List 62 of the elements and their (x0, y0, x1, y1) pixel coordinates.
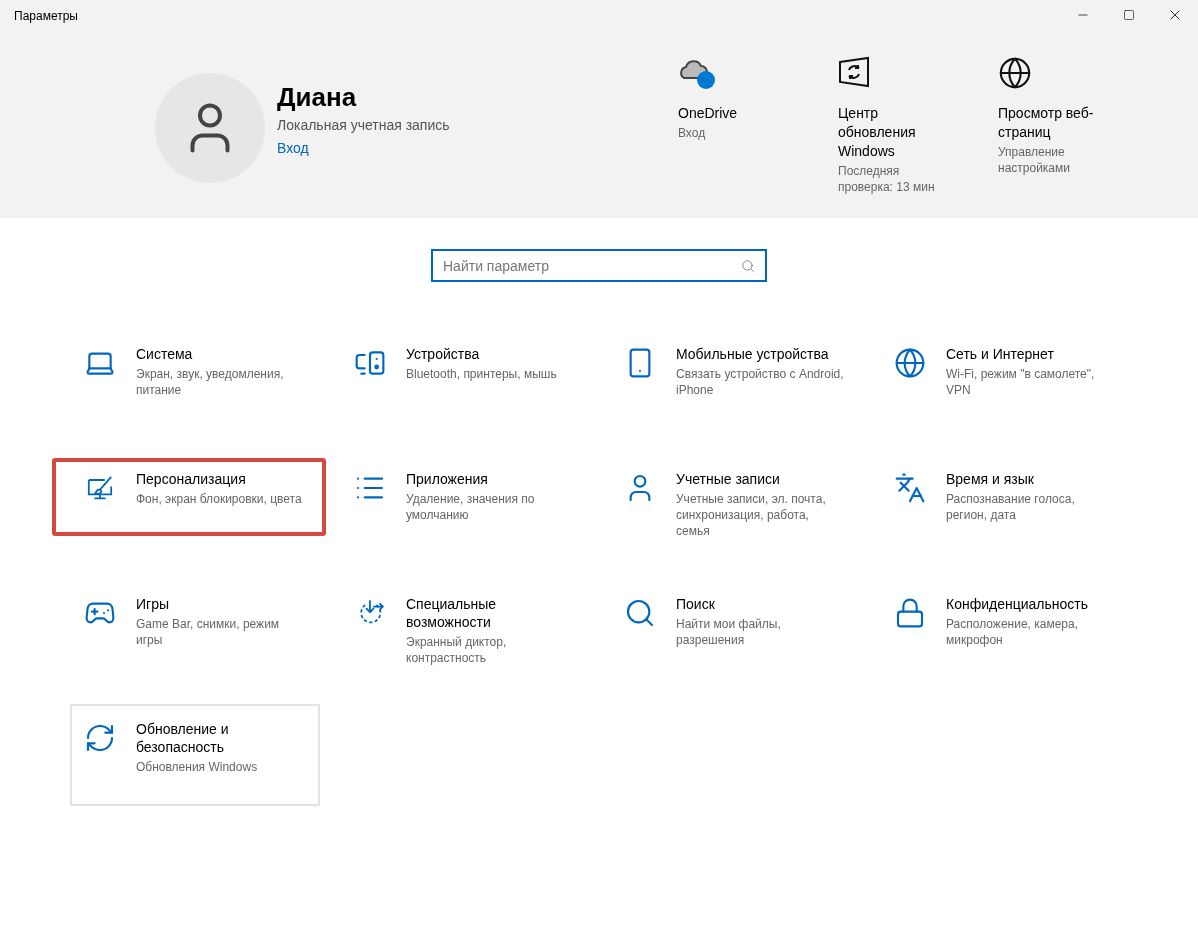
quick-link[interactable]: Просмотр веб-страниц Управление настройками (998, 30, 1158, 176)
settings-tile[interactable]: Персонализация Фон, экран блокировки, цвета (70, 454, 320, 556)
tile-title: Устройства (406, 345, 481, 363)
tile-description: Распознавание голоса, регион, дата (946, 491, 1076, 523)
tile-description: Найти мои файлы, разрешения (676, 616, 782, 648)
tile-title: Поиск (676, 595, 716, 613)
account-name: Диана (277, 80, 358, 114)
account-type: Локальная учетная запись (277, 116, 450, 136)
search-icon (624, 597, 656, 629)
tile-description: Связать устройство с Android, iPhone (676, 366, 844, 398)
quick-link-title: Просмотр веб-страниц (998, 104, 1095, 142)
language-icon (894, 472, 926, 504)
tile-title: Игры (136, 595, 171, 613)
settings-tile[interactable]: Конфиденциальность Расположение, камера, микрофон (880, 579, 1130, 681)
maximize-icon (1123, 9, 1135, 21)
settings-tile[interactable]: Мобильные устройства Связать устройство с Android, iPhone (610, 329, 860, 431)
search-field[interactable]: Найти параметр (431, 249, 767, 282)
tile-title: Специальные возможности (406, 595, 498, 631)
settings-tile[interactable]: Обновление и безопасность Обновления Windows (70, 704, 320, 806)
window-title: Параметры (13, 8, 78, 25)
tile-title: Мобильные устройства (676, 345, 830, 363)
quick-link[interactable]: OneDrive Вход (678, 30, 838, 141)
settings-tile[interactable]: Устройства Bluetooth, принтеры, мышь (340, 329, 590, 431)
tile-description: Фон, экран блокировки, цвета (136, 491, 303, 507)
quick-link-subtitle: Последняя проверка: 13 мин (838, 163, 936, 195)
tile-description: Game Bar, снимки, режим игры (136, 616, 281, 648)
tile-title: Персонализация (136, 470, 247, 488)
tile-description: Удаление, значения по умолчанию (406, 491, 536, 523)
settings-tile[interactable]: Время и язык Распознавание голоса, регион, дата (880, 454, 1130, 556)
tile-description: Обновления Windows (136, 759, 259, 775)
settings-tile[interactable]: Учетные записи Учетные записи, эл. почта, синхронизация, работа, семья (610, 454, 860, 556)
tile-description: Bluetooth, принтеры, мышь (406, 366, 558, 382)
settings-tile[interactable]: Приложения Удаление, значения по умолчанию (340, 454, 590, 556)
settings-tile[interactable]: Система Экран, звук, уведомления, питание (70, 329, 320, 431)
tile-title: Система (136, 345, 194, 363)
quick-link-title: OneDrive (678, 104, 739, 123)
tile-description: Расположение, камера, микрофон (946, 616, 1080, 648)
settings-tile[interactable]: Сеть и Интернет Wi-Fi, режим "в самолете", VPN (880, 329, 1130, 431)
quick-link-title: Центр обновления Windows (838, 104, 917, 161)
tile-title: Время и язык (946, 470, 1035, 488)
quick-link-subtitle: Вход (678, 125, 707, 141)
tile-description: Wi-Fi, режим "в самолете", VPN (946, 366, 1096, 398)
tile-title: Конфиденциальность (946, 595, 1089, 613)
sign-in-link[interactable]: Вход (277, 138, 450, 160)
settings-tile[interactable]: Поиск Найти мои файлы, разрешения (610, 579, 860, 681)
settings-tile[interactable]: Специальные возможности Экранный диктор, контрастность (340, 579, 590, 681)
globe-icon (894, 347, 926, 379)
refresh-icon (84, 722, 116, 754)
tile-title: Сеть и Интернет (946, 345, 1055, 363)
tile-description: Учетные записи, эл. почта, синхронизация, работа, семья (676, 491, 827, 539)
tile-title: Учетные записи (676, 470, 781, 488)
tile-description: Экранный диктор, контрастность (406, 634, 508, 666)
window-refresh-icon (838, 56, 870, 88)
tile-title: Обновление и безопасность (136, 720, 230, 756)
globe-icon (998, 56, 1032, 90)
search-icon (741, 259, 755, 273)
tile-description: Экран, звук, уведомления, питание (136, 366, 285, 398)
tile-title: Приложения (406, 470, 489, 488)
quick-link-subtitle: Управление настройками (998, 144, 1071, 176)
settings-tile[interactable]: Игры Game Bar, снимки, режим игры (70, 579, 320, 681)
quick-link[interactable]: Центр обновления Windows Последняя проверка: 13 мин (838, 30, 998, 195)
lock-icon (894, 597, 926, 629)
